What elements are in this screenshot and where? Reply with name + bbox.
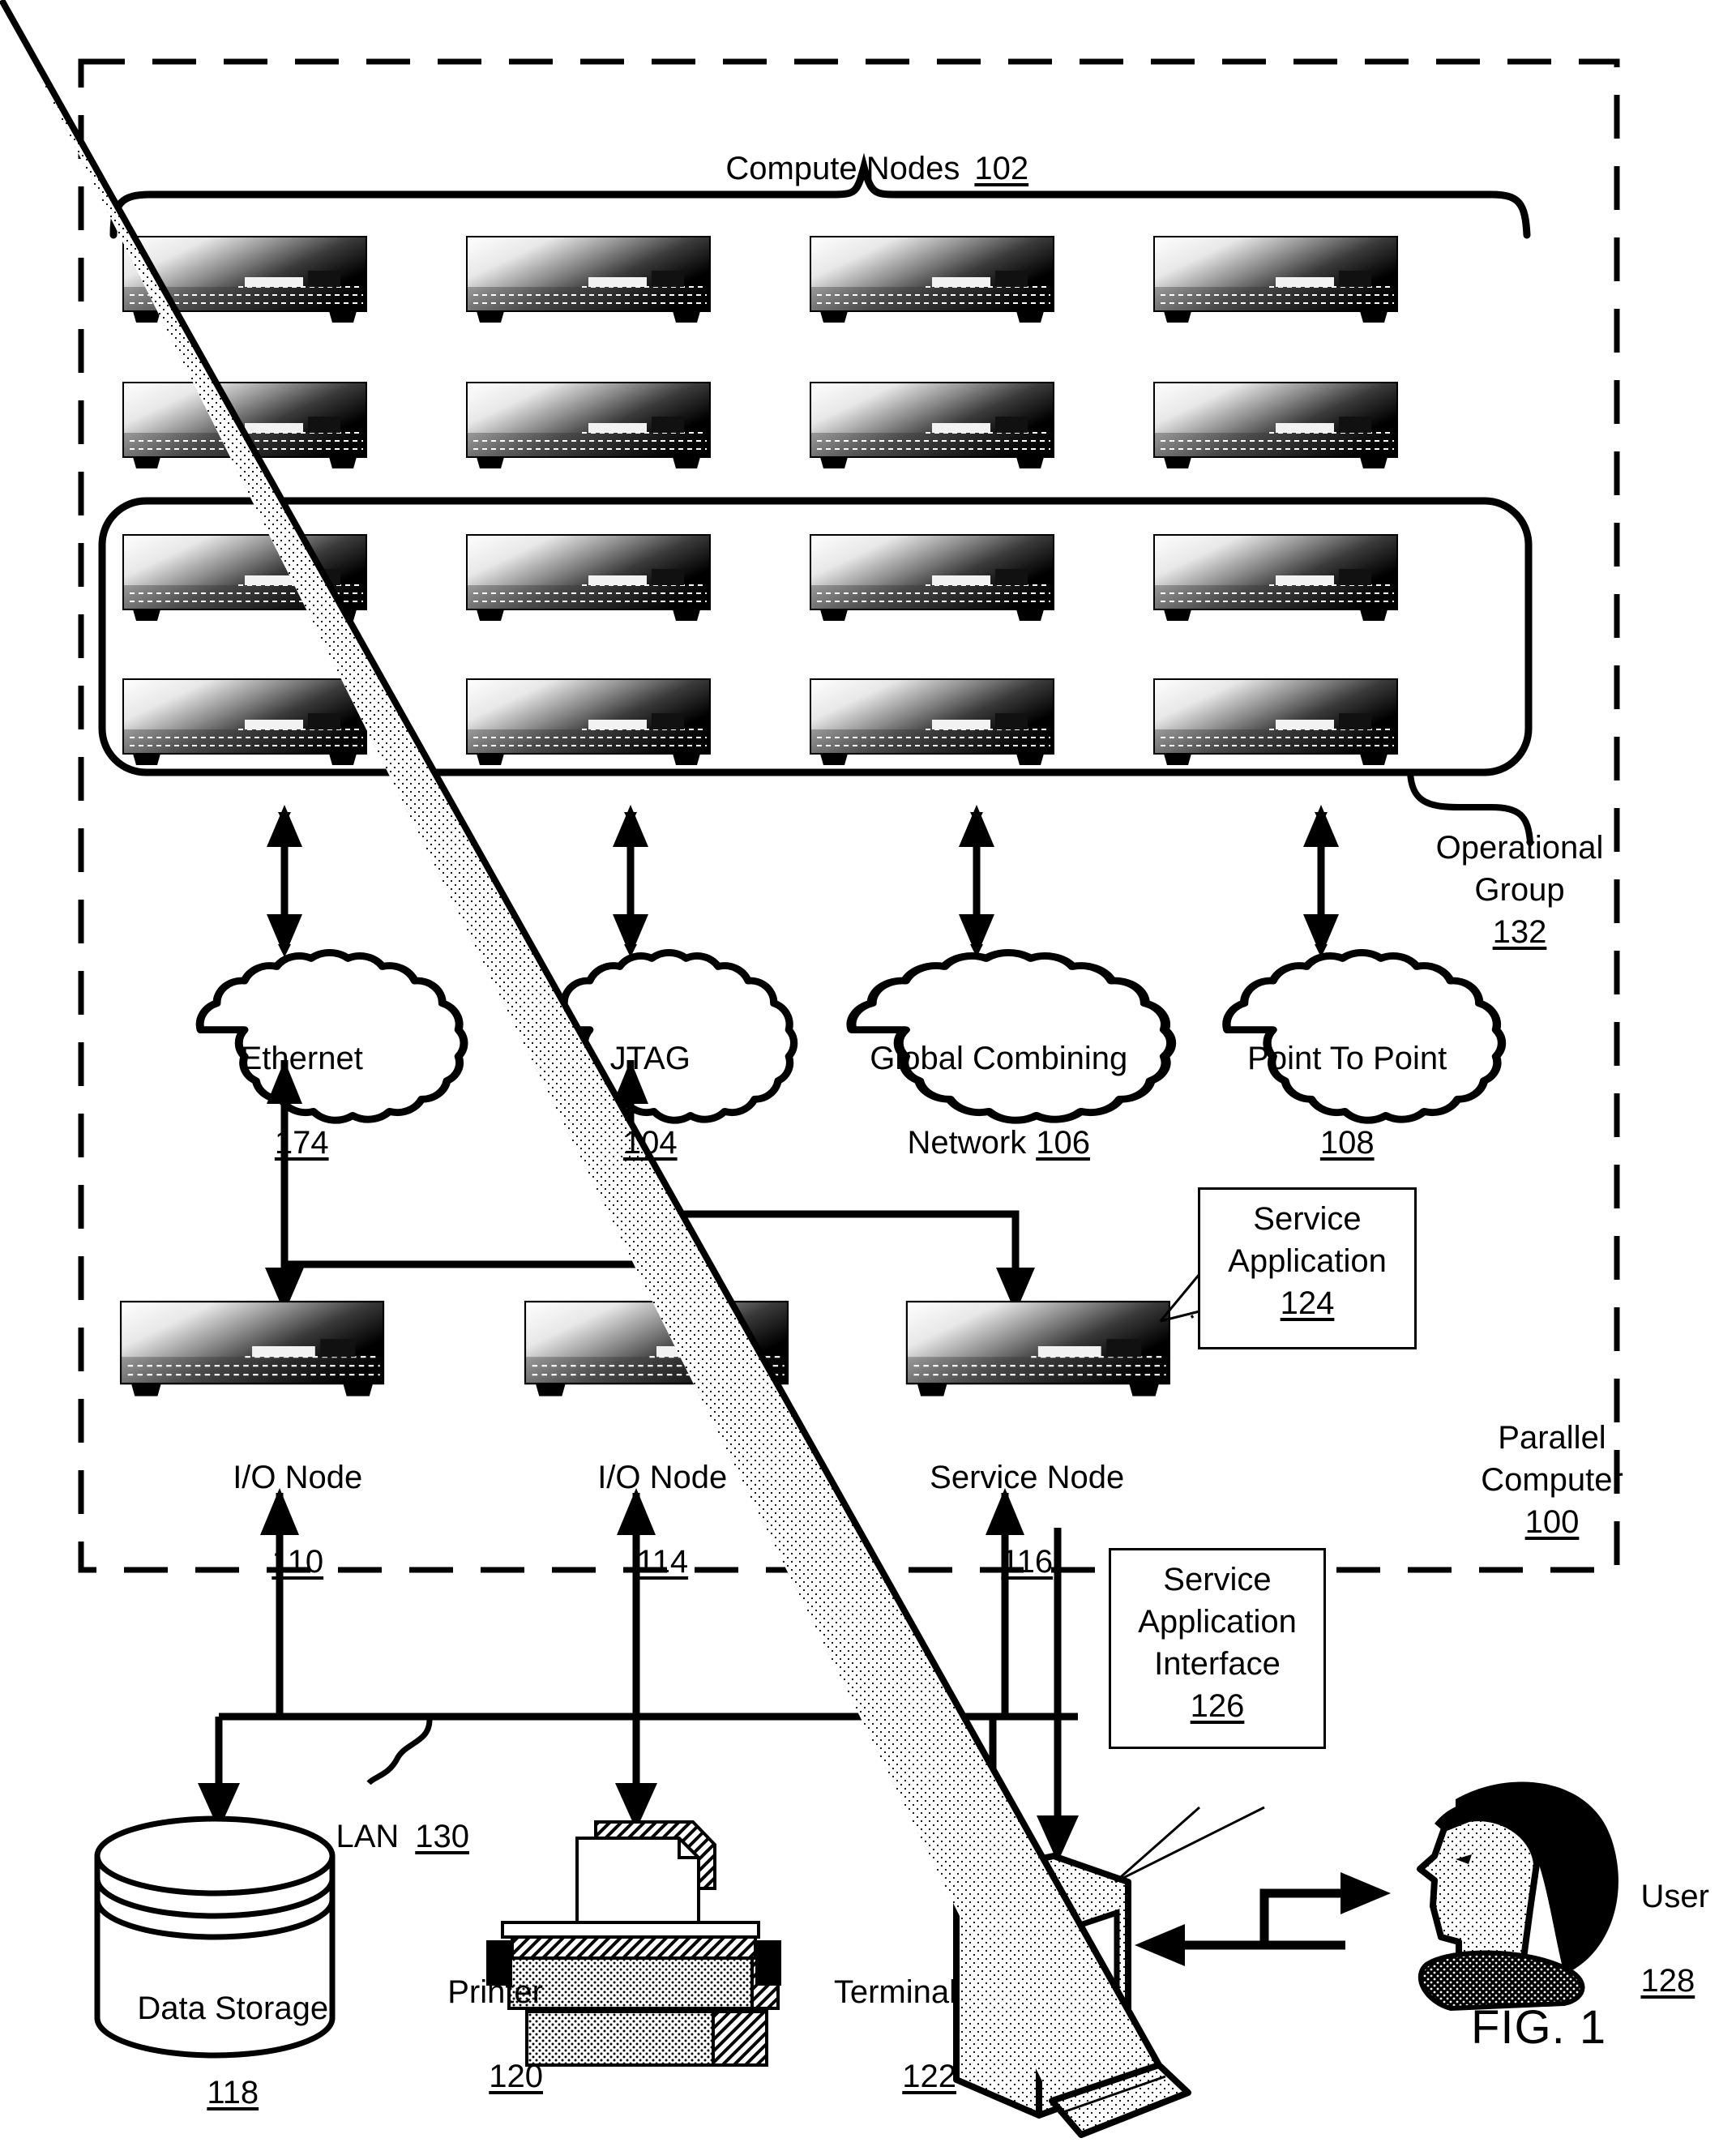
network-jtag-ref: 104 <box>622 1125 678 1161</box>
compute-nodes-ref: 102 <box>974 151 1029 186</box>
io-node-114-ref: 114 <box>636 1544 689 1580</box>
service-application-leader <box>1159 1273 1201 1323</box>
user-graphic <box>1417 1781 1618 2012</box>
lan-ref: 130 <box>415 1819 470 1854</box>
page-title: Compute Nodes 102 <box>632 105 1086 232</box>
printer-ref: 120 <box>489 2059 543 2094</box>
network-ethernet-ref: 174 <box>274 1125 329 1161</box>
user-arrowheads <box>1135 1872 1391 1966</box>
io-node-114-graphic <box>524 1300 789 1397</box>
parallel-computer-ref: 100 <box>1524 1504 1580 1540</box>
io-node-110-ref: 110 <box>272 1544 324 1580</box>
io-node-110-graphic <box>119 1300 385 1397</box>
network-global-combining-label: Global Combining Network 106 <box>870 1041 1128 1161</box>
network-global-combining-ref: 106 <box>1036 1125 1090 1161</box>
service-application-interface-callout: Service Application Interface 126 <box>1109 1548 1326 1749</box>
sai-leader-lines <box>1114 1806 1265 1884</box>
network-point-to-point-label: Point To Point 108 <box>1247 1041 1447 1161</box>
service-application-interface-ref: 126 <box>1190 1688 1245 1724</box>
network-point-to-point-ref: 108 <box>1319 1125 1375 1161</box>
service-application-ref: 124 <box>1280 1285 1335 1321</box>
lan-label: LAN 130 <box>336 1819 470 1854</box>
compute-nodes-label: Compute Nodes <box>725 151 960 186</box>
service-application-callout: Service Application 124 <box>1198 1187 1417 1349</box>
terminal-ref: 122 <box>902 2059 956 2094</box>
io-node-110-label: I/O Node 110 <box>233 1460 363 1580</box>
user-label: User 128 <box>1640 1879 1709 1999</box>
node-to-network-arrows <box>278 812 1328 957</box>
operational-group-outline <box>98 497 1533 846</box>
data-storage-ref: 118 <box>207 2075 259 2110</box>
user-terminal-arrows <box>1172 1888 1345 1950</box>
data-storage-label: Data Storage 118 <box>137 1991 329 2110</box>
service-node-116-graphic <box>905 1300 1170 1397</box>
service-node-116-label: Service Node 116 <box>930 1460 1125 1580</box>
arrow-heads-up <box>267 805 1339 956</box>
network-ethernet-label: Ethernet 174 <box>240 1041 363 1161</box>
io-node-114-label: I/O Node 114 <box>597 1460 728 1580</box>
compute-node-grid <box>122 236 1398 766</box>
parallel-computer-label: Parallel Computer 100 <box>1481 1420 1623 1540</box>
user-ref: 128 <box>1640 1963 1695 1999</box>
operational-group-label: Operational Group 132 <box>1435 830 1604 950</box>
patent-figure-1: Compute Nodes 102 Operational Group 132 P… <box>0 0 1736 2151</box>
printer-label: Printer 120 <box>447 1974 543 2094</box>
operational-group-ref: 132 <box>1492 914 1547 950</box>
network-jtag-label: JTAG 104 <box>609 1041 691 1161</box>
figure-caption: FIG. 1 <box>1471 2001 1607 2054</box>
service-node-116-ref: 116 <box>1001 1544 1054 1580</box>
terminal-label: Terminal 122 <box>833 1974 956 2094</box>
